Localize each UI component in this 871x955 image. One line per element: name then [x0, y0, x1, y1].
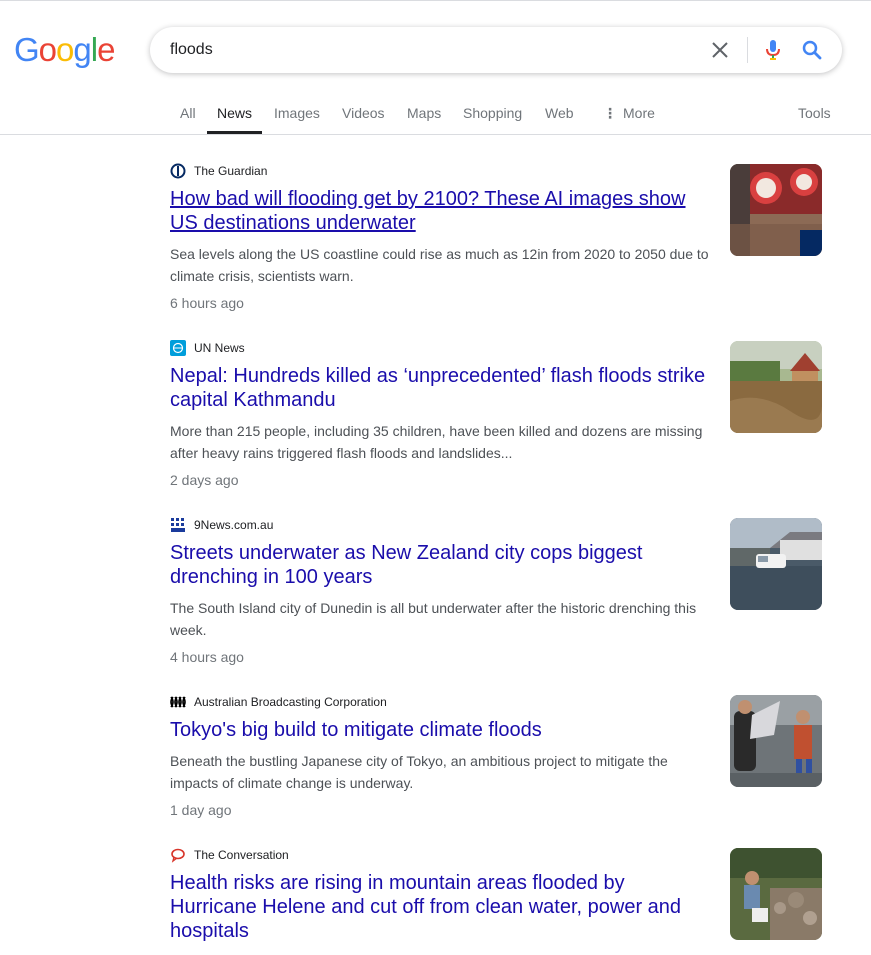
- result-timestamp: 2 days ago: [170, 472, 239, 488]
- news-result: The Guardian How bad will flooding get b…: [170, 161, 822, 314]
- result-thumbnail[interactable]: [730, 518, 822, 610]
- guardian-favicon-icon: [170, 163, 186, 179]
- tab-news[interactable]: News: [206, 96, 263, 134]
- result-timestamp: 4 hours ago: [170, 649, 244, 665]
- source-name: The Conversation: [194, 848, 289, 862]
- source-row: 9News.com.au: [170, 515, 822, 535]
- source-row: UN News: [170, 338, 822, 358]
- result-timestamp: 1 day ago: [170, 802, 232, 818]
- source-name: The Guardian: [194, 164, 268, 178]
- source-name: 9News.com.au: [194, 518, 274, 532]
- news-result: UN News Nepal: Hundreds killed as ‘unpre…: [170, 338, 822, 491]
- google-logo[interactable]: Google: [14, 30, 115, 70]
- search-box: [150, 27, 842, 73]
- tools-button[interactable]: Tools: [798, 96, 831, 134]
- source-name: UN News: [194, 341, 245, 355]
- source-name: Australian Broadcasting Corporation: [194, 695, 387, 709]
- news-result: 9News.com.au Streets underwater as New Z…: [170, 515, 822, 668]
- result-thumbnail[interactable]: [730, 164, 822, 256]
- the-conversation-favicon-icon: [171, 848, 185, 863]
- top-border: [0, 0, 871, 1]
- un-news-favicon-icon: [170, 340, 186, 356]
- news-result: The Conversation Health risks are rising…: [170, 845, 822, 943]
- source-row: Australian Broadcasting Corporation: [170, 692, 822, 712]
- result-snippet: The South Island city of Dunedin is all …: [170, 600, 697, 638]
- microphone-icon[interactable]: [760, 37, 786, 63]
- tab-maps[interactable]: Maps: [407, 96, 441, 134]
- result-thumbnail[interactable]: [730, 695, 822, 787]
- source-row: The Conversation: [170, 845, 822, 865]
- result-snippet: More than 215 people, including 35 child…: [170, 423, 703, 461]
- result-timestamp: 6 hours ago: [170, 295, 244, 311]
- tab-shopping[interactable]: Shopping: [463, 96, 522, 134]
- search-input[interactable]: [170, 27, 690, 73]
- tab-videos[interactable]: Videos: [342, 96, 385, 134]
- abc-favicon-icon: [170, 696, 186, 708]
- result-thumbnail[interactable]: [730, 341, 822, 433]
- result-headline[interactable]: How bad will flooding get by 2100? These…: [170, 187, 710, 235]
- result-headline[interactable]: Nepal: Hundreds killed as ‘unprecedented…: [170, 364, 710, 412]
- result-snippet: Beneath the bustling Japanese city of To…: [170, 753, 668, 791]
- tab-all[interactable]: All: [180, 96, 196, 134]
- tab-web[interactable]: Web: [545, 96, 574, 134]
- result-headline[interactable]: Health risks are rising in mountain area…: [170, 871, 710, 943]
- search-tabs: All News Images Videos Maps Shopping Web…: [0, 96, 871, 135]
- result-headline[interactable]: Tokyo's big build to mitigate climate fl…: [170, 718, 710, 742]
- 9news-favicon-icon: [170, 517, 186, 533]
- search-icon[interactable]: [799, 37, 825, 63]
- tab-more[interactable]: ⋮ More: [603, 96, 655, 134]
- tab-images[interactable]: Images: [274, 96, 320, 134]
- news-result: Australian Broadcasting Corporation Toky…: [170, 692, 822, 821]
- clear-search-icon[interactable]: [708, 38, 732, 62]
- more-vert-icon: ⋮: [603, 105, 617, 121]
- search-divider: [747, 37, 748, 63]
- result-snippet: Sea levels along the US coastline could …: [170, 246, 709, 284]
- tab-more-label: More: [623, 105, 655, 121]
- result-thumbnail[interactable]: [730, 848, 822, 940]
- source-row: The Guardian: [170, 161, 822, 181]
- result-headline[interactable]: Streets underwater as New Zealand city c…: [170, 541, 710, 589]
